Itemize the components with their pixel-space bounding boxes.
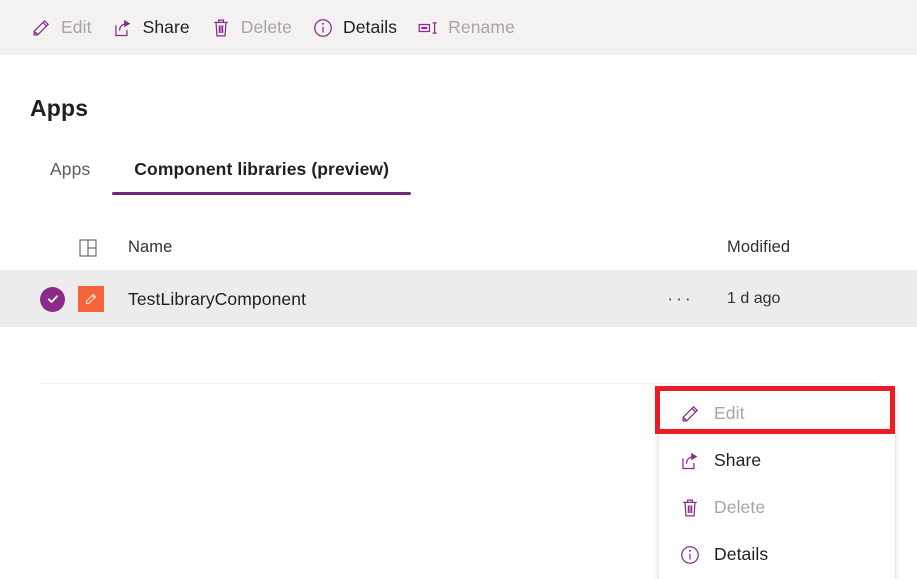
command-delete-label: Delete	[240, 17, 292, 37]
tab-bar: Apps Component libraries (preview)	[28, 159, 411, 195]
context-menu-details-label: Details	[714, 544, 769, 564]
command-edit-label: Edit	[61, 17, 92, 37]
command-rename-label: Rename	[448, 17, 515, 37]
context-menu: Edit Share Delete Details	[659, 386, 895, 579]
row-name-cell[interactable]: TestLibraryComponent	[128, 289, 667, 310]
share-icon	[112, 17, 134, 39]
context-menu-share-label: Share	[714, 450, 762, 470]
command-share-label: Share	[142, 17, 190, 37]
trash-icon	[210, 17, 232, 39]
command-rename-button[interactable]: Rename	[409, 8, 527, 48]
page-title: Apps	[30, 95, 89, 121]
command-share-button[interactable]: Share	[104, 8, 202, 48]
pencil-tile-icon	[78, 286, 104, 312]
command-details-button[interactable]: Details	[304, 8, 409, 48]
command-details-label: Details	[342, 17, 398, 37]
trash-icon	[679, 497, 701, 519]
context-menu-item-delete[interactable]: Delete	[659, 484, 895, 531]
table-row[interactable]: TestLibraryComponent ··· 1 d ago	[0, 271, 917, 327]
row-select-cell[interactable]	[0, 286, 78, 312]
info-icon	[679, 544, 701, 566]
tab-component-libraries-label: Component libraries (preview)	[134, 159, 390, 179]
command-delete-button[interactable]: Delete	[202, 8, 304, 48]
header-modified-cell[interactable]: Modified	[727, 238, 917, 257]
row-name-label: TestLibraryComponent	[128, 288, 307, 309]
share-icon	[679, 450, 701, 472]
context-menu-delete-label: Delete	[714, 497, 766, 517]
pencil-icon	[30, 17, 52, 39]
tab-component-libraries[interactable]: Component libraries (preview)	[112, 159, 411, 195]
ellipsis-icon: ···	[667, 288, 694, 310]
empty-row-1	[0, 327, 917, 383]
info-icon	[312, 17, 334, 39]
context-menu-item-share[interactable]: Share	[659, 437, 895, 484]
row-app-icon-cell	[78, 286, 128, 312]
command-bar: Edit Share Delete Details Rename	[0, 0, 917, 55]
command-edit-button[interactable]: Edit	[22, 8, 104, 48]
context-menu-item-edit[interactable]: Edit	[659, 390, 895, 437]
tab-apps[interactable]: Apps	[28, 159, 112, 195]
app-root: Edit Share Delete Details Rename Apps Ap…	[0, 0, 917, 579]
header-name-label: Name	[128, 238, 173, 256]
header-icon-cell	[78, 238, 128, 258]
row-modified-label: 1 d ago	[727, 290, 781, 307]
component-grid-icon	[78, 238, 98, 258]
list-header-row: Name Modified	[0, 225, 917, 271]
header-name-cell[interactable]: Name	[128, 238, 667, 257]
tab-apps-label: Apps	[50, 159, 91, 179]
page-body: Apps Apps Component libraries (preview)	[0, 55, 917, 579]
row-modified-cell: 1 d ago	[727, 290, 917, 308]
row-overflow-button[interactable]: ···	[667, 290, 727, 309]
context-menu-edit-label: Edit	[714, 403, 745, 423]
checkmark-icon[interactable]	[40, 286, 65, 312]
pencil-icon	[679, 403, 701, 425]
context-menu-item-details[interactable]: Details	[659, 531, 895, 578]
rename-icon	[417, 17, 439, 39]
header-modified-label: Modified	[727, 238, 791, 256]
